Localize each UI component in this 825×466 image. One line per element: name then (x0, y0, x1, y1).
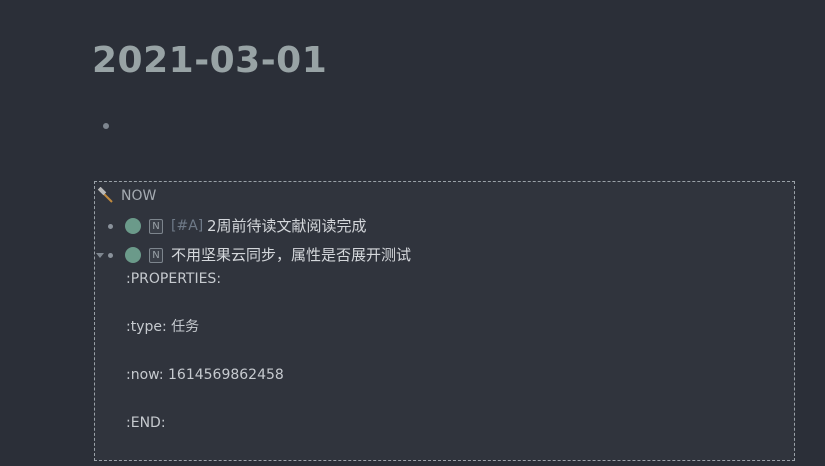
list-item: N 不用坚果云同步，属性是否展开测试 (95, 245, 794, 265)
block-text[interactable]: 不用坚果云同步，属性是否展开测试 (171, 245, 411, 265)
empty-block-bullet[interactable] (103, 123, 109, 129)
hammer-icon (97, 187, 113, 203)
query-header[interactable]: NOW (97, 187, 156, 205)
properties-start[interactable]: :PROPERTIES: (126, 270, 221, 288)
block-bullet[interactable] (108, 223, 113, 229)
block-text[interactable]: 2周前待读文献阅读完成 (207, 216, 367, 236)
collapse-arrow-icon[interactable] (95, 250, 105, 260)
marker-badge[interactable]: N (149, 218, 163, 234)
property-now[interactable]: :now: 1614569862458 (126, 366, 284, 384)
priority-tag[interactable]: [#A] (171, 216, 203, 236)
properties-end[interactable]: :END: (126, 414, 166, 432)
query-results-box: NOW N [#A] 2周前待读文献阅读完成 N 不用坚果云同步，属性是否展开测… (94, 181, 795, 461)
marker-dot-icon[interactable] (125, 218, 141, 234)
list-item: N [#A] 2周前待读文献阅读完成 (95, 216, 794, 236)
page-title[interactable]: 2021-03-01 (92, 38, 327, 84)
query-title: NOW (121, 188, 157, 204)
property-type[interactable]: :type: 任务 (126, 318, 199, 336)
marker-dot-icon[interactable] (125, 247, 141, 263)
marker-badge[interactable]: N (149, 247, 163, 263)
block-bullet[interactable] (108, 252, 113, 258)
